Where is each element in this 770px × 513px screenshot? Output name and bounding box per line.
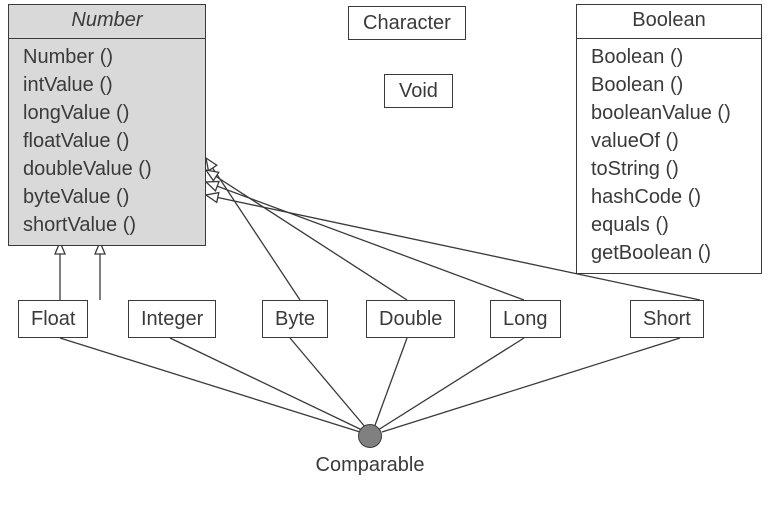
number-method: Number () <box>23 43 205 71</box>
interface-comparable-label: Comparable <box>300 454 440 477</box>
class-integer: Integer <box>128 300 216 338</box>
interface-comparable-node <box>358 424 382 448</box>
class-character: Character <box>348 6 466 40</box>
number-method: floatValue () <box>23 127 205 155</box>
class-short: Short <box>630 300 704 338</box>
boolean-method: valueOf () <box>591 127 761 155</box>
boolean-method: booleanValue () <box>591 99 761 127</box>
class-number-body: Number ()intValue ()longValue ()floatVal… <box>9 39 205 245</box>
number-method: byteValue () <box>23 183 205 211</box>
boolean-method: getBoolean () <box>591 239 761 267</box>
boolean-method: toString () <box>591 155 761 183</box>
boolean-method: hashCode () <box>591 183 761 211</box>
number-method: doubleValue () <box>23 155 205 183</box>
class-float: Float <box>18 300 88 338</box>
number-method: shortValue () <box>23 211 205 239</box>
boolean-method: Boolean () <box>591 43 761 71</box>
class-boolean: Boolean Boolean ()Boolean ()booleanValue… <box>576 4 762 274</box>
number-method: longValue () <box>23 99 205 127</box>
class-number-title: Number <box>9 5 205 39</box>
boolean-method: Boolean () <box>591 71 761 99</box>
class-number: Number Number ()intValue ()longValue ()f… <box>8 4 206 246</box>
class-long: Long <box>490 300 561 338</box>
class-boolean-title: Boolean <box>577 5 761 39</box>
boolean-method: equals () <box>591 211 761 239</box>
class-double: Double <box>366 300 455 338</box>
number-method: intValue () <box>23 71 205 99</box>
class-byte: Byte <box>262 300 328 338</box>
class-boolean-body: Boolean ()Boolean ()booleanValue ()value… <box>577 39 761 273</box>
class-void: Void <box>384 74 453 108</box>
